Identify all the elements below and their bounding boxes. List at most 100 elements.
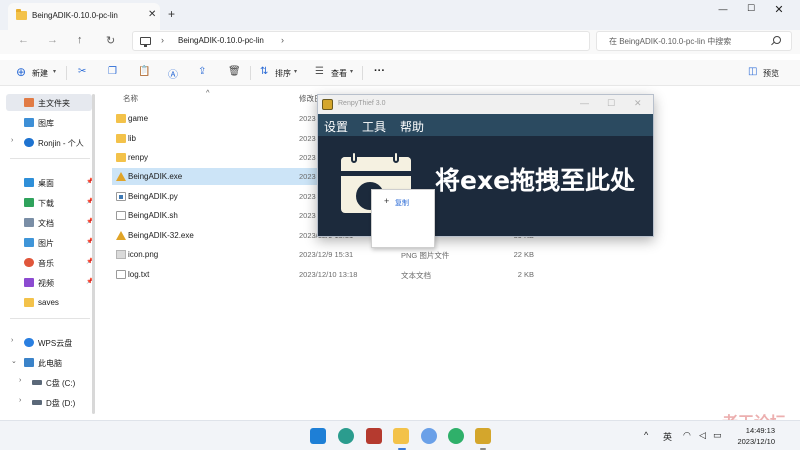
sidebar-item-saves[interactable]: saves: [6, 294, 92, 311]
new-tab-button[interactable]: +: [168, 7, 175, 21]
tab-current-folder[interactable]: BeingADIK-0.10.0-pc-lin ✕: [8, 3, 160, 30]
chevron-right-icon[interactable]: ›: [11, 337, 13, 344]
file-name: log.txt: [128, 270, 150, 279]
file-name: BeingADIK.py: [128, 192, 178, 201]
sidebar-item-home[interactable]: 主文件夹: [6, 94, 92, 111]
window-title: RenpyThief 3.0: [338, 100, 386, 107]
chevron-right-icon[interactable]: ›: [281, 35, 284, 45]
up-button[interactable]: ↑: [77, 34, 83, 46]
tab-close-icon[interactable]: ✕: [148, 9, 156, 20]
share-icon[interactable]: ⇪: [198, 66, 206, 77]
file-name: game: [128, 114, 149, 123]
home-icon: [24, 98, 34, 107]
close-button[interactable]: ✕: [634, 98, 642, 109]
chevron-right-icon[interactable]: ›: [19, 397, 21, 404]
file-name: lib: [128, 134, 137, 143]
file-name: BeingADIK.exe: [128, 172, 183, 181]
forward-button[interactable]: →: [47, 34, 58, 46]
wechat-icon[interactable]: [448, 428, 464, 444]
clock-time[interactable]: 14:49:13: [731, 426, 775, 435]
chevron-right-icon[interactable]: ›: [19, 377, 21, 384]
folder-icon: [116, 153, 126, 162]
plus-icon: +: [384, 196, 390, 206]
file-date: 2023/12/9 15:31: [299, 250, 354, 259]
sidebar-item-videos[interactable]: 视频 📌: [6, 274, 93, 291]
renpythief-window: RenpyThief 3.0 — ☐ ✕ 设置 工具 帮助 将exe拖拽至此处: [317, 94, 654, 237]
menu-tools[interactable]: 工具: [362, 118, 386, 135]
search-input[interactable]: 在 BeingADIK-0.10.0-pc-lin 中搜索: [596, 31, 792, 51]
view-button[interactable]: 查看: [331, 68, 347, 79]
chevron-right-icon[interactable]: ›: [161, 35, 164, 45]
sidebar-item-this-pc[interactable]: ⌄ 此电脑: [6, 354, 92, 371]
file-row-icon-png[interactable]: icon.png 2023/12/9 15:31 PNG 图片文件 22 KB: [112, 246, 542, 263]
folder-icon: [116, 134, 126, 143]
folder-icon: [24, 298, 34, 307]
new-button[interactable]: 新建: [32, 68, 48, 79]
sidebar-item-gallery[interactable]: 图库: [6, 114, 92, 131]
maximize-button[interactable]: ☐: [607, 98, 615, 109]
sidebar-item-label: saves: [38, 298, 59, 307]
paste-icon[interactable]: 📋: [138, 66, 150, 77]
windows-start-icon[interactable]: [310, 428, 326, 444]
sidebar-item-onedrive[interactable]: › Ronjin - 个人: [6, 134, 92, 151]
gallery-icon: [24, 118, 34, 127]
file-name: renpy: [128, 153, 149, 162]
column-header-name[interactable]: 名称: [123, 93, 138, 104]
back-button[interactable]: ←: [18, 34, 29, 46]
cut-icon[interactable]: ✂: [78, 66, 86, 77]
more-options-button[interactable]: ···: [374, 65, 385, 77]
view-icon: ☰: [315, 66, 324, 77]
sort-button[interactable]: 排序: [275, 68, 291, 79]
refresh-button[interactable]: ↻: [106, 34, 115, 47]
input-method-indicator[interactable]: 英: [663, 430, 672, 443]
chevron-right-icon[interactable]: ›: [11, 137, 13, 144]
sidebar-item-downloads[interactable]: 下载 📌: [6, 194, 93, 211]
desktop-icon: [24, 178, 34, 187]
copy-icon[interactable]: ❐: [108, 66, 117, 77]
sidebar-item-label: C盘 (C:): [46, 379, 76, 388]
sidebar-scrollbar[interactable]: [92, 94, 95, 414]
drop-zone-label[interactable]: 将exe拖拽至此处: [435, 161, 635, 197]
sidebar-item-c-drive[interactable]: › C盘 (C:): [14, 374, 100, 391]
file-row-log-txt[interactable]: log.txt 2023/12/10 13:18 文本文档 2 KB: [112, 266, 542, 283]
search-icon: [773, 36, 781, 44]
chevron-down-icon[interactable]: ⌄: [11, 357, 17, 365]
address-bar[interactable]: › BeingADIK-0.10.0-pc-lin ›: [132, 31, 590, 51]
sidebar-item-documents[interactable]: 文档 📌: [6, 214, 93, 231]
winrar-icon[interactable]: [366, 428, 382, 444]
close-button[interactable]: ✕: [770, 3, 788, 17]
copy-label: 复制: [395, 200, 409, 207]
file-explorer-icon[interactable]: [393, 428, 409, 444]
battery-icon[interactable]: ▭: [713, 430, 722, 441]
wifi-icon[interactable]: ◠: [683, 430, 691, 441]
menu-help[interactable]: 帮助: [400, 118, 424, 135]
edge-browser-icon[interactable]: [338, 428, 354, 444]
delete-icon[interactable]: 🗑: [228, 66, 241, 77]
sidebar-item-music[interactable]: 音乐 📌: [6, 254, 93, 271]
minimize-button[interactable]: —: [714, 4, 732, 18]
renpy-logo-icon[interactable]: [475, 428, 491, 444]
tab-title: BeingADIK-0.10.0-pc-lin: [32, 11, 118, 20]
folder-icon: [16, 9, 27, 20]
sidebar-item-label: 桌面: [38, 179, 54, 188]
app-icon[interactable]: [421, 428, 437, 444]
drag-copy-tooltip: + 复制: [371, 189, 435, 248]
file-date: 2023: [299, 134, 316, 143]
volume-icon[interactable]: ◁: [699, 430, 706, 441]
divider: [250, 66, 251, 80]
explorer-titlebar: BeingADIK-0.10.0-pc-lin ✕ + — ☐ ✕: [0, 0, 800, 30]
maximize-button[interactable]: ☐: [742, 3, 760, 17]
menu-settings[interactable]: 设置: [324, 118, 348, 135]
preview-button[interactable]: 预览: [763, 68, 779, 79]
breadcrumb-folder[interactable]: BeingADIK-0.10.0-pc-lin: [178, 36, 264, 45]
rename-icon[interactable]: Ⓐ: [168, 66, 178, 81]
sidebar-item-wps-cloud[interactable]: › WPS云盘: [6, 334, 92, 351]
sidebar-item-pictures[interactable]: 图片 📌: [6, 234, 93, 251]
tray-overflow-chevron-icon[interactable]: ^: [644, 430, 648, 440]
drive-icon: [32, 380, 42, 385]
sidebar-item-d-drive[interactable]: › D盘 (D:): [14, 394, 100, 411]
sidebar-item-desktop[interactable]: 桌面 📌: [6, 174, 93, 191]
clock-date[interactable]: 2023/12/10: [726, 437, 775, 446]
minimize-button[interactable]: —: [580, 98, 589, 108]
image-file-icon: [116, 250, 126, 259]
